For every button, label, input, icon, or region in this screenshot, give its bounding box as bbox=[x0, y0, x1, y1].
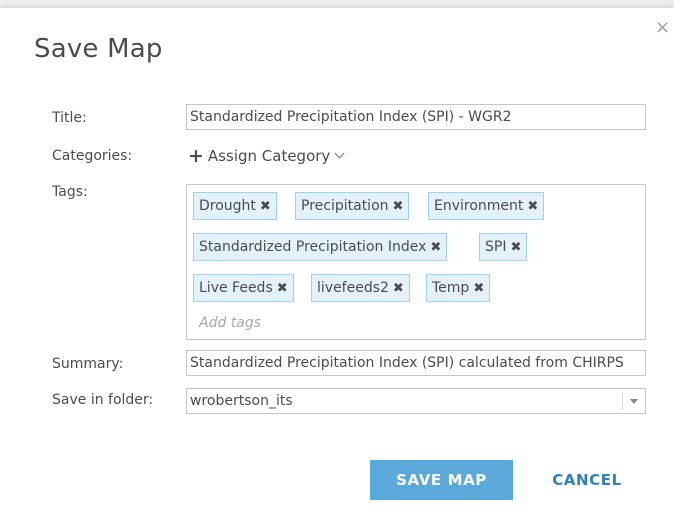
summary-label: Summary: bbox=[52, 356, 124, 372]
title-label: Title: bbox=[52, 110, 87, 126]
tag-chip: Temp ✖ bbox=[426, 274, 491, 302]
tag-chip: SPI ✖ bbox=[479, 233, 528, 261]
tag-chip: livefeeds2 ✖ bbox=[311, 274, 410, 302]
tag-label: SPI bbox=[485, 239, 507, 255]
tag-label: Precipitation bbox=[301, 198, 389, 214]
plus-icon: + bbox=[188, 145, 204, 167]
tags-field[interactable]: Drought ✖ Precipitation ✖ Environment ✖ Sta… bbox=[186, 184, 646, 340]
assign-category-button[interactable]: + Assign Category bbox=[188, 145, 345, 167]
add-tags-input[interactable]: Add tags bbox=[199, 315, 261, 331]
tag-label: Temp bbox=[432, 280, 470, 296]
tag-label: Live Feeds bbox=[199, 280, 273, 296]
summary-input[interactable]: Standardized Precipitation Index (SPI) c… bbox=[186, 350, 646, 376]
tag-label: Standardized Precipitation Index bbox=[199, 239, 427, 255]
tag-chip: Precipitation ✖ bbox=[295, 192, 410, 220]
folder-select[interactable]: wrobertson_its bbox=[186, 388, 646, 414]
caret-down-icon bbox=[630, 399, 638, 404]
title-input[interactable]: Standardized Precipitation Index (SPI) -… bbox=[186, 104, 646, 130]
assign-category-label: Assign Category bbox=[207, 147, 331, 165]
tag-label: Environment bbox=[434, 198, 524, 214]
save-map-button[interactable]: SAVE MAP bbox=[370, 460, 513, 500]
remove-tag-icon[interactable]: ✖ bbox=[527, 199, 538, 214]
remove-tag-icon[interactable]: ✖ bbox=[473, 281, 484, 296]
tag-chip: Live Feeds ✖ bbox=[193, 274, 294, 302]
tag-chip: Drought ✖ bbox=[193, 192, 277, 220]
categories-label: Categories: bbox=[52, 148, 133, 164]
remove-tag-icon[interactable]: ✖ bbox=[277, 281, 288, 296]
dialog-title: Save Map bbox=[34, 34, 163, 64]
close-icon[interactable]: × bbox=[655, 18, 674, 38]
select-divider bbox=[622, 392, 623, 410]
tag-chip: Environment ✖ bbox=[428, 192, 545, 220]
save-map-dialog: × Save Map Title: Standardized Precipita… bbox=[0, 8, 674, 518]
remove-tag-icon[interactable]: ✖ bbox=[260, 199, 271, 214]
tag-chip: Standardized Precipitation Index ✖ bbox=[193, 233, 448, 261]
tags-label: Tags: bbox=[52, 184, 88, 200]
remove-tag-icon[interactable]: ✖ bbox=[430, 240, 441, 255]
remove-tag-icon[interactable]: ✖ bbox=[510, 240, 521, 255]
remove-tag-icon[interactable]: ✖ bbox=[393, 199, 404, 214]
remove-tag-icon[interactable]: ✖ bbox=[393, 281, 404, 296]
tag-label: livefeeds2 bbox=[317, 280, 389, 296]
chevron-down-icon bbox=[334, 148, 345, 159]
folder-value: wrobertson_its bbox=[190, 393, 293, 409]
tag-label: Drought bbox=[199, 198, 256, 214]
cancel-button[interactable]: CANCEL bbox=[540, 460, 634, 500]
folder-label: Save in folder: bbox=[52, 392, 154, 408]
